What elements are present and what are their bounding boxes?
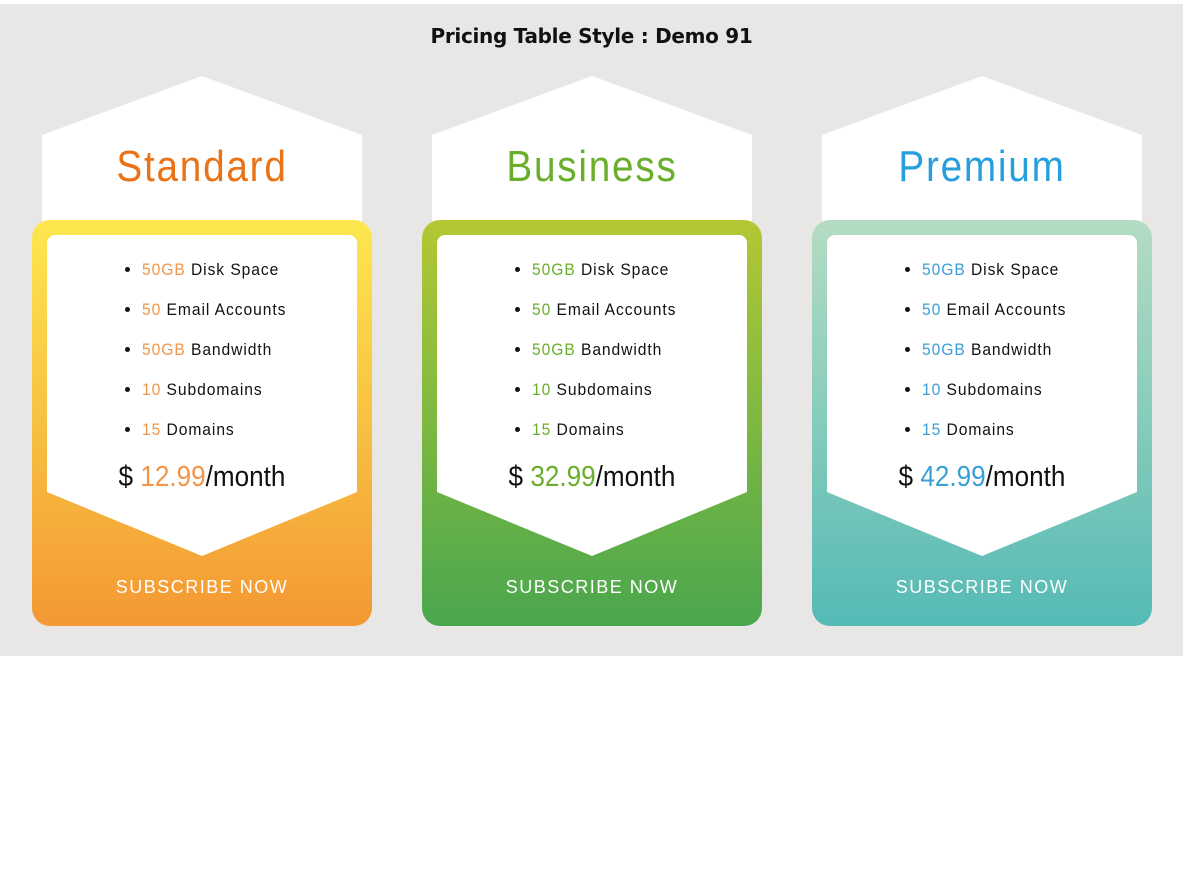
plan-name: Standard xyxy=(116,142,288,191)
price-period: /month xyxy=(595,461,676,493)
feature-label: Disk Space xyxy=(580,260,670,279)
price-period: /month xyxy=(205,461,286,493)
feature-label: Bandwidth xyxy=(190,340,273,359)
feature-list: 50GB Disk Space 50 Email Accounts 50GB B… xyxy=(902,257,1079,457)
feature-item: 50 Email Accounts xyxy=(922,297,1079,337)
card-body: 50GB Disk Space 50 Email Accounts 50GB B… xyxy=(422,220,762,626)
feature-value: 50GB xyxy=(142,260,186,279)
feature-label: Subdomains xyxy=(166,380,263,399)
feature-list: 50GB Disk Space 50 Email Accounts 50GB B… xyxy=(122,257,299,457)
feature-label: Email Accounts xyxy=(946,300,1067,319)
price-period: /month xyxy=(985,461,1066,493)
subscribe-button[interactable]: SUBSCRIBE NOW xyxy=(422,577,762,598)
price-currency: $ xyxy=(118,461,134,493)
feature-item: 50GB Bandwidth xyxy=(532,337,689,377)
feature-value: 50 xyxy=(922,300,942,319)
feature-panel: 50GB Disk Space 50 Email Accounts 50GB B… xyxy=(827,235,1137,556)
pricing-card-business: Business 50GB Disk Space 50 Email Accoun… xyxy=(422,76,762,626)
feature-label: Disk Space xyxy=(970,260,1060,279)
feature-label: Bandwidth xyxy=(580,340,663,359)
feature-label: Domains xyxy=(946,420,1015,439)
feature-list: 50GB Disk Space 50 Email Accounts 50GB B… xyxy=(512,257,689,457)
feature-item: 15 Domains xyxy=(532,417,689,457)
feature-label: Domains xyxy=(166,420,235,439)
feature-label: Bandwidth xyxy=(970,340,1053,359)
feature-label: Disk Space xyxy=(190,260,280,279)
feature-item: 50GB Disk Space xyxy=(922,257,1079,297)
feature-value: 15 xyxy=(532,420,552,439)
feature-item: 15 Domains xyxy=(142,417,299,457)
feature-item: 50GB Bandwidth xyxy=(922,337,1079,377)
feature-item: 50 Email Accounts xyxy=(532,297,689,337)
price-amount: 42.99 xyxy=(920,461,986,493)
feature-value: 15 xyxy=(922,420,942,439)
feature-item: 50GB Disk Space xyxy=(142,257,299,297)
feature-label: Subdomains xyxy=(946,380,1043,399)
feature-label: Email Accounts xyxy=(556,300,677,319)
page-title: Pricing Table Style : Demo 91 xyxy=(430,24,753,48)
plan-name: Premium xyxy=(898,142,1066,191)
feature-value: 50GB xyxy=(142,340,186,359)
feature-value: 50 xyxy=(142,300,162,319)
card-body: 50GB Disk Space 50 Email Accounts 50GB B… xyxy=(812,220,1152,626)
feature-value: 50GB xyxy=(532,260,576,279)
feature-panel: 50GB Disk Space 50 Email Accounts 50GB B… xyxy=(47,235,357,556)
pricing-card-premium: Premium 50GB Disk Space 50 Email Account… xyxy=(812,76,1152,626)
price-amount: 12.99 xyxy=(140,461,206,493)
feature-value: 10 xyxy=(532,380,552,399)
subscribe-button[interactable]: SUBSCRIBE NOW xyxy=(32,577,372,598)
feature-panel: 50GB Disk Space 50 Email Accounts 50GB B… xyxy=(437,235,747,556)
feature-value: 15 xyxy=(142,420,162,439)
feature-value: 50GB xyxy=(922,340,966,359)
feature-value: 50 xyxy=(532,300,552,319)
plan-name: Business xyxy=(506,142,678,191)
feature-item: 10 Subdomains xyxy=(532,377,689,417)
feature-item: 50 Email Accounts xyxy=(142,297,299,337)
feature-value: 10 xyxy=(142,380,162,399)
pricing-section: Pricing Table Style : Demo 91 Standard 5… xyxy=(0,4,1183,656)
feature-item: 15 Domains xyxy=(922,417,1079,457)
price-amount: 32.99 xyxy=(530,461,596,493)
feature-label: Subdomains xyxy=(556,380,653,399)
feature-label: Email Accounts xyxy=(166,300,287,319)
price: $ 42.99/month xyxy=(843,461,1122,494)
pricing-card-standard: Standard 50GB Disk Space 50 Email Accoun… xyxy=(32,76,372,626)
card-body: 50GB Disk Space 50 Email Accounts 50GB B… xyxy=(32,220,372,626)
feature-item: 50GB Disk Space xyxy=(532,257,689,297)
subscribe-button[interactable]: SUBSCRIBE NOW xyxy=(812,577,1152,598)
price-currency: $ xyxy=(898,461,914,493)
price: $ 32.99/month xyxy=(453,461,732,494)
feature-value: 50GB xyxy=(922,260,966,279)
feature-item: 10 Subdomains xyxy=(142,377,299,417)
feature-value: 10 xyxy=(922,380,942,399)
price: $ 12.99/month xyxy=(63,461,342,494)
feature-item: 50GB Bandwidth xyxy=(142,337,299,377)
feature-item: 10 Subdomains xyxy=(922,377,1079,417)
price-currency: $ xyxy=(508,461,524,493)
feature-label: Domains xyxy=(556,420,625,439)
feature-value: 50GB xyxy=(532,340,576,359)
